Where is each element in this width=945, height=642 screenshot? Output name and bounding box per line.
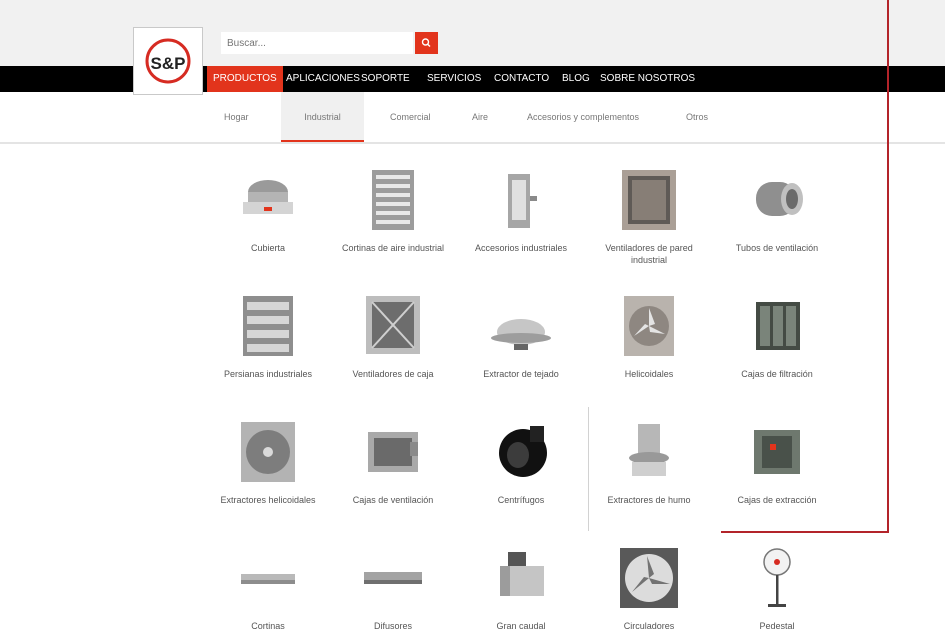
product-card-extractores-helicoidales[interactable]: Extractores helicoidales: [208, 420, 328, 506]
product-card-pedestal[interactable]: Pedestal: [717, 546, 837, 632]
square-axial-fan-icon: [241, 422, 295, 482]
product-name: Extractores de humo: [607, 495, 691, 505]
product-card-gran-caudal[interactable]: Gran caudal: [461, 546, 581, 632]
product-name: Accesorios industriales: [474, 243, 568, 253]
product-card-tubos[interactable]: Tubos de ventilación: [717, 168, 837, 254]
product-name: Helicoidales: [624, 369, 674, 379]
product-name: Extractores helicoidales: [220, 495, 316, 505]
nav-contacto[interactable]: CONTACTO: [494, 66, 549, 92]
product-card-difusores[interactable]: Difusores: [333, 546, 453, 632]
filter-box-icon: [756, 302, 800, 350]
tab-industrial[interactable]: Industrial: [281, 92, 364, 142]
product-card-ventiladores-pared[interactable]: Ventiladores de pared industrial: [589, 168, 709, 266]
product-card-cortinas[interactable]: Cortinas: [208, 546, 328, 632]
door-frame-icon: [508, 174, 537, 228]
product-card-circuladores[interactable]: Circuladores: [589, 546, 709, 632]
product-card-centrifugos[interactable]: Centrífugos: [461, 420, 581, 506]
product-name: Cajas de filtración: [741, 369, 813, 379]
category-tabs: Hogar Industrial Comercial Aire Accesori…: [0, 92, 945, 144]
brand-logo-text: S&P: [151, 54, 186, 73]
product-card-cubierta[interactable]: Cubierta: [208, 168, 328, 254]
louver-unit-icon: [372, 170, 414, 230]
duct-tube-icon: [756, 182, 803, 216]
search-button[interactable]: [415, 32, 438, 54]
product-card-cajas-ventilacion[interactable]: Cajas de ventilación: [333, 420, 453, 506]
nav-blog[interactable]: BLOG: [562, 66, 590, 92]
product-card-extractores-humo[interactable]: Extractores de humo: [589, 420, 709, 506]
tab-otros[interactable]: Otros: [686, 92, 708, 142]
search-input[interactable]: [221, 32, 413, 54]
product-name: Cortinas: [251, 621, 285, 631]
roof-smoke-fan-icon: [629, 424, 669, 476]
product-card-ventiladores-caja[interactable]: Ventiladores de caja: [333, 294, 453, 380]
axial-wall-fan-icon: [624, 296, 674, 356]
nav-sobre-nosotros[interactable]: SOBRE NOSOTROS: [600, 66, 695, 92]
product-card-cajas-filtracion[interactable]: Cajas de filtración: [717, 294, 837, 380]
product-name: Cajas de extracción: [737, 495, 817, 505]
brand-logo[interactable]: S&P: [133, 27, 203, 95]
product-name: Cajas de ventilación: [352, 495, 434, 505]
wall-box-fan-icon: [622, 170, 676, 230]
nav-aplicaciones[interactable]: APLICACIONES: [286, 66, 360, 92]
roof-fan-icon: [243, 180, 293, 214]
product-name: Circuladores: [623, 621, 675, 631]
extraction-box-icon: [754, 430, 800, 474]
product-name: Ventiladores de pared industrial: [605, 243, 693, 265]
product-name: Gran caudal: [496, 621, 546, 631]
product-name: Centrífugos: [497, 495, 545, 505]
annotation-line-horizontal: [721, 531, 889, 533]
air-curtain-icon: [241, 574, 295, 584]
centrifugal-blower-icon: [499, 426, 547, 477]
tab-comercial[interactable]: Comercial: [390, 92, 431, 142]
cabinet-fan-icon: [368, 432, 418, 472]
circulator-fan-icon: [620, 548, 678, 608]
product-name: Difusores: [373, 621, 412, 631]
inline-duct-fan-icon: [500, 552, 544, 596]
search-icon: [421, 38, 431, 47]
shutter-grille-icon: [243, 296, 293, 356]
nav-soporte[interactable]: SOPORTE: [361, 66, 410, 92]
tab-aire[interactable]: Aire: [472, 92, 488, 142]
product-name: Cubierta: [250, 243, 286, 253]
product-card-accesorios[interactable]: Accesorios industriales: [461, 168, 581, 254]
pedestal-fan-icon: [763, 548, 791, 607]
nav-servicios[interactable]: SERVICIOS: [427, 66, 481, 92]
product-name: Persianas industriales: [223, 369, 313, 379]
product-name: Pedestal: [759, 621, 795, 631]
product-card-helicoidales[interactable]: Helicoidales: [589, 294, 709, 380]
tab-hogar[interactable]: Hogar: [224, 92, 249, 142]
product-name: Tubos de ventilación: [735, 243, 819, 253]
product-card-persianas[interactable]: Persianas industriales: [208, 294, 328, 380]
dome-extractor-icon: [491, 319, 551, 350]
brand-logo-icon: S&P: [145, 38, 191, 84]
nav-productos[interactable]: PRODUCTOS: [207, 66, 283, 92]
product-card-cortinas-aire[interactable]: Cortinas de aire industrial: [333, 168, 453, 254]
product-name: Ventiladores de caja: [352, 369, 434, 379]
tab-accesorios[interactable]: Accesorios y complementos: [527, 92, 639, 142]
diffuser-bar-icon: [364, 572, 422, 584]
box-fan-icon: [366, 296, 420, 354]
product-name: Extractor de tejado: [483, 369, 559, 379]
product-name: Cortinas de aire industrial: [341, 243, 445, 253]
product-card-cajas-extraccion[interactable]: Cajas de extracción: [717, 420, 837, 506]
product-card-extractor-tejado[interactable]: Extractor de tejado: [461, 294, 581, 380]
annotation-line-vertical: [887, 0, 889, 533]
